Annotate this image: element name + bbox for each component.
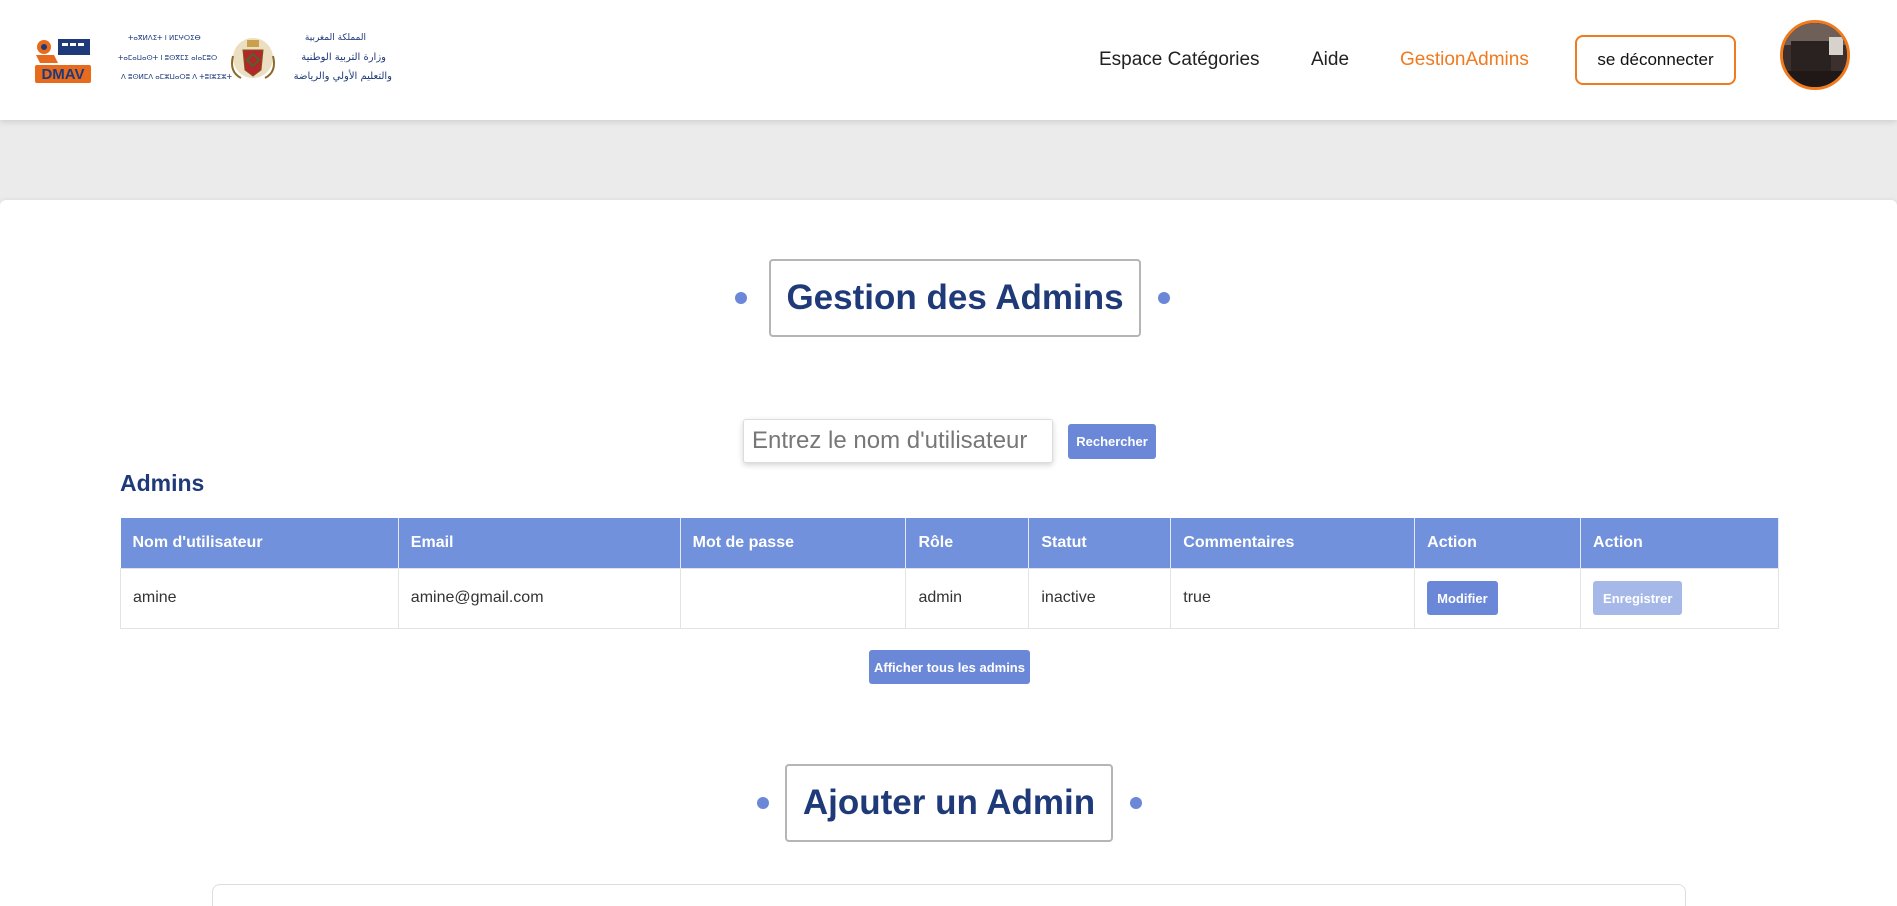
decorative-dot [1158, 292, 1170, 304]
cell-status: inactive [1028, 567, 1172, 629]
ministry-logo: ⵜⴰⴳⵍⴷⵉⵜ ⵏ ⵍⵎⵖⵔⵉⴱ ⵜⴰⵎⴰⵡⴰⵙⵜ ⵏ ⵓⵙⴳⵎⵉ ⴰⵏⴰⵎⵓⵔ… [118, 30, 393, 88]
cell-action-save: Enregistrer [1580, 567, 1779, 629]
cell-action-modify: Modifier [1414, 567, 1582, 629]
decorative-dot [757, 797, 769, 809]
column-header[interactable]: Rôle [905, 518, 1030, 568]
cell-password [679, 567, 907, 629]
search-input[interactable] [743, 419, 1053, 463]
svg-text:ⵜⴰⴳⵍⴷⵉⵜ ⵏ ⵍⵎⵖⵔⵉⴱ: ⵜⴰⴳⵍⴷⵉⵜ ⵏ ⵍⵎⵖⵔⵉⴱ [128, 34, 201, 42]
svg-text:ⴷ ⵓⵙⵍⵎⴷ ⴰⵎⵣⵡⴰⵔⵓ ⴷ ⵜⵓⵏⵣⵉⵣⵜ: ⴷ ⵓⵙⵍⵎⴷ ⴰⵎⵣⵡⴰⵔⵓ ⴷ ⵜⵓⵏⵣⵉⵣⵜ [121, 73, 233, 81]
svg-text:ⵜⴰⵎⴰⵡⴰⵙⵜ ⵏ ⵓⵙⴳⵎⵉ ⴰⵏⴰⵎⵓⵔ: ⵜⴰⵎⴰⵡⴰⵙⵜ ⵏ ⵓⵙⴳⵎⵉ ⴰⵏⴰⵎⵓⵔ [118, 54, 217, 62]
nav-gestion-admins[interactable]: GestionAdmins [1400, 49, 1529, 71]
page-title: Gestion des Admins [769, 259, 1141, 337]
cell-role: admin [905, 567, 1030, 629]
column-header[interactable]: Nom d'utilisateur [120, 518, 399, 568]
svg-text:والتعليم الأولي والرياضة: والتعليم الأولي والرياضة [294, 69, 393, 82]
column-header[interactable]: Action [1414, 518, 1582, 568]
table-row: amine amine@gmail.com admin inactive tru… [120, 567, 1779, 629]
cell-username: amine [120, 567, 399, 629]
admins-heading: Admins [120, 470, 205, 496]
nav-espace-categories[interactable]: Espace Catégories [1099, 49, 1260, 71]
admins-table: Nom d'utilisateur Email Mot de passe Rôl… [120, 518, 1779, 629]
column-header[interactable]: Statut [1028, 518, 1172, 568]
column-header[interactable]: Action [1580, 518, 1779, 568]
add-admin-title-block: Ajouter un Admin [757, 764, 1142, 842]
column-header[interactable]: Mot de passe [680, 518, 907, 568]
decorative-dot [1130, 797, 1142, 809]
cell-comments: true [1170, 567, 1416, 629]
add-admin-form-card [212, 884, 1686, 906]
top-header: DMAV ⵜⴰⴳⵍⴷⵉⵜ ⵏ ⵍⵎⵖⵔⵉⴱ ⵜⴰⵎⴰⵡⴰⵙⵜ ⵏ ⵓⵙⴳⵎⵉ ⴰ… [0, 0, 1897, 120]
modify-button[interactable]: Modifier [1427, 581, 1498, 615]
cell-email: amine@gmail.com [397, 567, 681, 629]
dmav-logo[interactable]: DMAV [32, 33, 94, 87]
svg-text:DMAV: DMAV [41, 66, 84, 83]
search-button[interactable]: Rechercher [1068, 424, 1156, 459]
show-all-admins-button[interactable]: Afficher tous les admins [869, 650, 1030, 684]
nav-aide[interactable]: Aide [1311, 49, 1349, 71]
svg-text:وزارة التربية الوطنية: وزارة التربية الوطنية [301, 52, 386, 63]
save-button[interactable]: Enregistrer [1593, 581, 1683, 615]
table-header-row: Nom d'utilisateur Email Mot de passe Rôl… [120, 518, 1779, 568]
column-header[interactable]: Email [398, 518, 681, 568]
add-admin-title: Ajouter un Admin [785, 764, 1113, 842]
gestion-title-block: Gestion des Admins [735, 259, 1170, 337]
column-header[interactable]: Commentaires [1170, 518, 1416, 568]
svg-text:المملكة المغربية: المملكة المغربية [305, 33, 366, 43]
avatar[interactable] [1780, 20, 1850, 90]
logout-button[interactable]: se déconnecter [1575, 35, 1736, 85]
decorative-dot [735, 292, 747, 304]
